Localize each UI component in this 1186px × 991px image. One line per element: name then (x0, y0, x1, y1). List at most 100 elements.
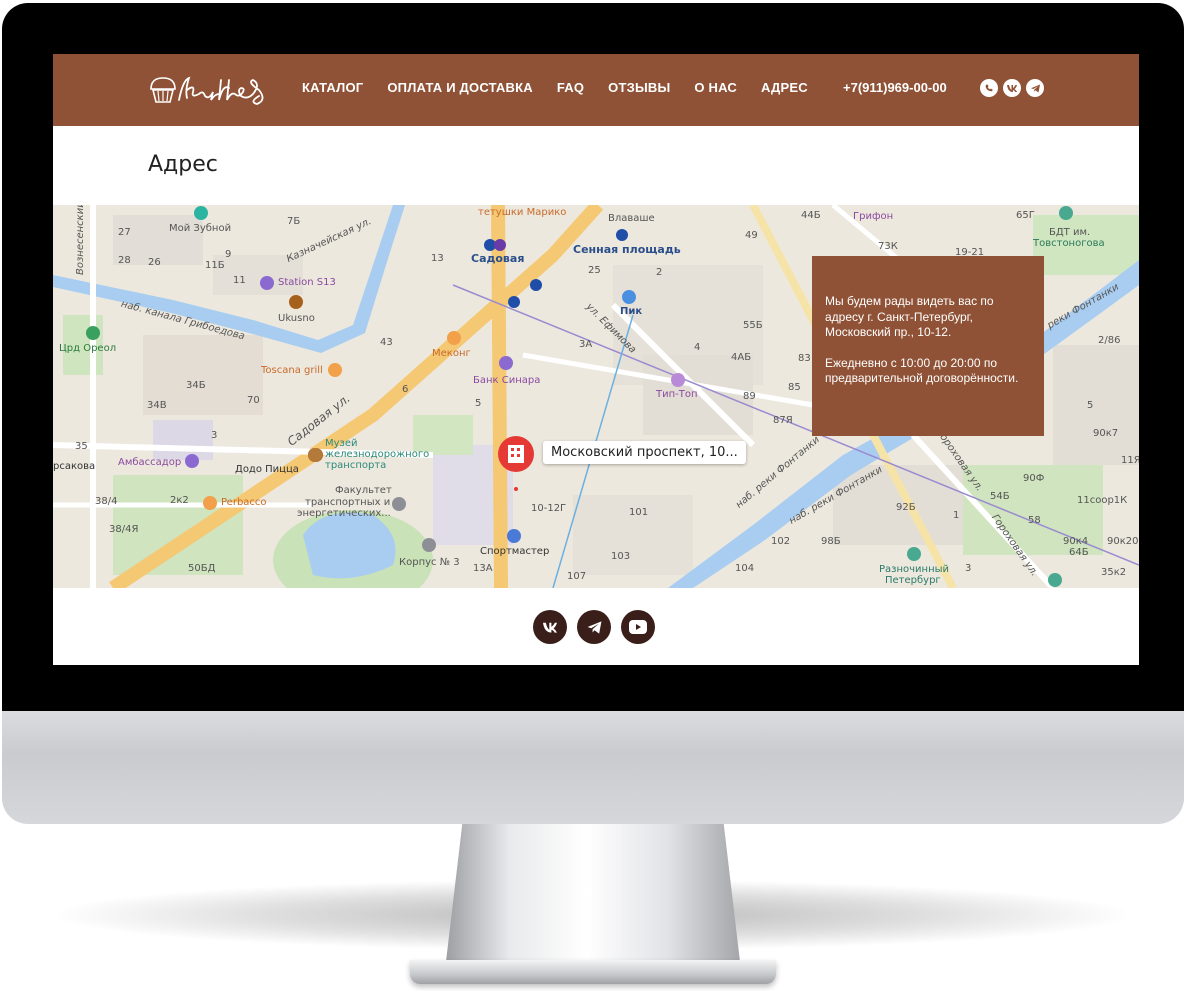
nav-item-about[interactable]: О НАС (694, 80, 737, 95)
map-house-number: 58 (1028, 515, 1041, 526)
map-house-number: 11Б (205, 260, 225, 271)
map-house-number: 43 (380, 337, 393, 348)
map-label: железнодорожного (325, 449, 430, 460)
map-house-number: 11 (233, 275, 246, 286)
map-pin-label[interactable]: Московский проспект, 10... (543, 441, 746, 464)
map-house-number: 13 (431, 253, 444, 264)
map-label: Ukusno (278, 313, 315, 324)
map-label: Perbacco (221, 497, 267, 508)
map-label: энергетических... (297, 508, 391, 519)
nav-item-faq[interactable]: FAQ (557, 80, 584, 95)
opening-hours-text: Ежедневно с 10:00 до 20:00 по предварите… (825, 355, 1019, 386)
footer-social-icons (533, 610, 655, 644)
map-house-number: 5 (1087, 400, 1094, 411)
map-label: Сенная площадь (573, 243, 681, 256)
map-house-number: 90к4 (1063, 536, 1089, 547)
map-house-number: 10-12Г (531, 503, 567, 514)
map-label: Влаваше (608, 213, 655, 224)
map-house-number: 4 (694, 342, 701, 353)
address-map[interactable]: Мой Зубной Казначейская ул. Вознесенский… (53, 205, 1139, 588)
map-house-number: 73К (878, 241, 898, 252)
map-house-number: 98Б (821, 536, 841, 547)
map-label: тетушки Марико (478, 207, 567, 218)
map-house-number: 90Ф (1023, 473, 1045, 484)
phone-link[interactable]: +7(911)969-00-00 (843, 80, 947, 95)
map-house-number: 25 (588, 265, 601, 276)
map-house-number: 89 (743, 391, 756, 402)
monitor-stand (445, 820, 741, 970)
brand-logo[interactable] (149, 70, 274, 110)
map-house-number: 7Б (287, 216, 301, 227)
map-label: транспортных и (305, 497, 391, 508)
map-house-number: 27 (118, 227, 131, 238)
main-nav: КАТАЛОГ ОПЛАТА И ДОСТАВКА FAQ ОТЗЫВЫ О Н… (302, 80, 808, 95)
nav-item-payment-delivery[interactable]: ОПЛАТА И ДОСТАВКА (387, 80, 532, 95)
map-house-number: 38/4Я (109, 524, 139, 535)
map-house-number: 44Б (801, 210, 821, 221)
vk-icon[interactable] (533, 610, 567, 644)
map-house-number: 102 (771, 536, 791, 547)
map-house-number: 55Б (743, 320, 763, 331)
map-house-number: 11Я (1121, 455, 1139, 466)
map-street-label: Вознесенский п (75, 205, 86, 275)
map-house-number: 3 (211, 430, 218, 441)
nav-item-address[interactable]: АДРЕС (761, 80, 808, 95)
map-label: Разночинный (879, 564, 950, 575)
site-header: КАТАЛОГ ОПЛАТА И ДОСТАВКА FAQ ОТЗЫВЫ О Н… (53, 54, 1139, 126)
map-label: Садовая (471, 252, 525, 265)
map-house-number: 5 (475, 398, 482, 409)
map-house-number: 2/86 (1098, 335, 1121, 346)
monitor-bezel: КАТАЛОГ ОПЛАТА И ДОСТАВКА FAQ ОТЗЫВЫ О Н… (2, 3, 1184, 711)
vk-icon[interactable] (1003, 79, 1021, 97)
map-house-number: 2 (656, 267, 663, 278)
map-label: Музей (325, 438, 358, 449)
youtube-icon[interactable] (621, 610, 655, 644)
nav-item-catalog[interactable]: КАТАЛОГ (302, 80, 363, 95)
map-label: Амбассадор (118, 457, 182, 468)
website-screen: КАТАЛОГ ОПЛАТА И ДОСТАВКА FAQ ОТЗЫВЫ О Н… (53, 54, 1139, 665)
map-house-number: 54Б (990, 491, 1010, 502)
map-label: Пик (620, 306, 643, 317)
map-house-number: 38/4 (95, 496, 118, 507)
map-house-number: 103 (611, 551, 631, 562)
map-house-number: 35 (75, 441, 88, 452)
map-house-number: 50БД (188, 563, 216, 574)
map-house-number: 65Г (1016, 210, 1035, 221)
map-label: Меконг (432, 348, 471, 359)
map-house-number: 90к20 (1107, 536, 1139, 547)
map-label: Тип-Топ (656, 389, 698, 400)
map-house-number: 107 (567, 571, 587, 582)
map-house-number: 4АБ (731, 352, 752, 363)
monitor-stand-base (410, 960, 776, 984)
map-house-number: 28 (118, 255, 131, 266)
monitor-chin (2, 708, 1184, 824)
map-label: Додо Пицца (235, 464, 299, 475)
map-house-number: 92Б (896, 502, 916, 513)
header-social-icons (980, 79, 1044, 97)
whatsapp-icon[interactable] (980, 79, 998, 97)
map-house-number: 11соор1К (1077, 495, 1128, 506)
map-house-number: 1 (953, 510, 960, 521)
map-house-number: 70 (247, 395, 260, 406)
telegram-icon[interactable] (1026, 79, 1044, 97)
map-label: Корпус № 3 (399, 557, 460, 568)
map-label: рсакова (53, 461, 96, 472)
map-house-number: 90к7 (1093, 428, 1119, 439)
telegram-icon[interactable] (577, 610, 611, 644)
page-title: Адрес (148, 152, 218, 177)
map-label: Факультет (335, 485, 392, 496)
map-label: Банк Синара (473, 375, 541, 386)
map-house-number: 9 (225, 249, 232, 260)
map-label: Грифон (853, 211, 894, 222)
map-label: Петербург (885, 575, 941, 586)
nav-item-reviews[interactable]: ОТЗЫВЫ (608, 80, 670, 95)
map-house-number: 87Я (773, 415, 793, 426)
map-house-number: 13А (473, 563, 493, 574)
map-house-number: 6 (402, 384, 409, 395)
map-label: транспорта (325, 460, 387, 471)
map-house-number: 2к2 (170, 495, 189, 506)
map-label: Toscana grill (261, 365, 323, 376)
map-house-number: 35к2 (1101, 567, 1127, 578)
address-text: Мы будем рады видеть вас по адресу г. Са… (825, 294, 994, 339)
address-info-box: Мы будем рады видеть вас по адресу г. Са… (812, 256, 1044, 436)
